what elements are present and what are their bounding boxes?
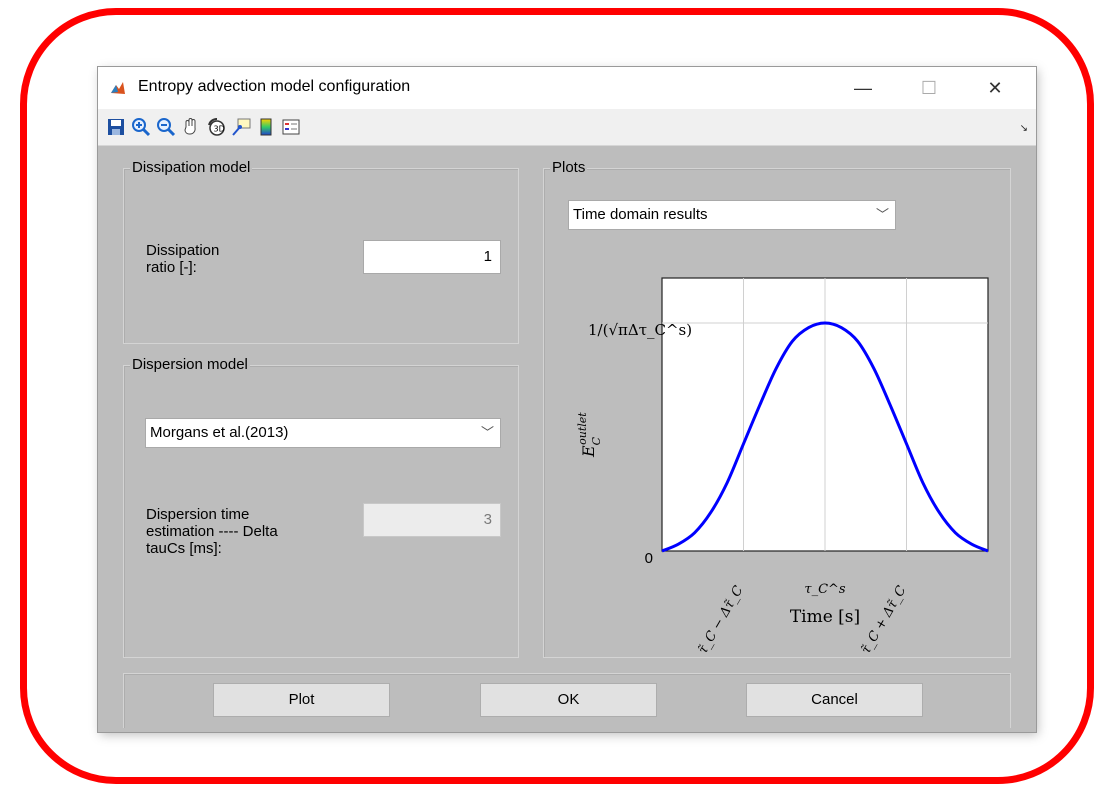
plots-panel-title: Plots <box>550 159 588 176</box>
plot-button[interactable]: Plot <box>213 683 390 717</box>
y-tick-label-peak: 1/(√πΔτ_C^s) <box>588 321 692 339</box>
figure-toolbar: 3D ↘ <box>98 109 1036 146</box>
title-bar: Entropy advection model configuration — … <box>98 67 1036 109</box>
zoom-out-icon[interactable] <box>156 117 176 137</box>
matlab-icon <box>111 82 125 94</box>
dispersion-model-value: Morgans et al.(2013) <box>150 424 289 441</box>
y-tick-label-0: 0 <box>645 550 653 567</box>
x-tick-label-right: τ̃_C + Δτ̃_C <box>859 583 910 656</box>
svg-text:3D: 3D <box>214 125 225 134</box>
plot-type-value: Time domain results <box>573 206 708 223</box>
legend-icon[interactable] <box>281 117 301 137</box>
save-icon[interactable] <box>106 117 126 137</box>
dispersion-time-label-2: estimation ---- Delta <box>146 523 278 540</box>
window-title: Entropy advection model configuration <box>138 78 411 95</box>
time-domain-chart: ECoutlet 0 1/(√πΔτ_C^s) τ̃_C − Δτ̃_C τ_C… <box>576 277 989 657</box>
dispersion-time-label-1: Dispersion time <box>146 506 250 523</box>
dissipation-ratio-label-1: Dissipation <box>146 242 220 259</box>
pan-icon[interactable] <box>181 117 201 137</box>
plot-type-select[interactable]: Time domain results ﹀ <box>568 200 896 230</box>
chevron-down-icon: ﹀ <box>875 207 889 222</box>
config-window: Entropy advection model configuration — … <box>98 67 1036 732</box>
data-cursor-icon[interactable] <box>231 117 251 137</box>
minimize-button[interactable]: — <box>840 67 886 109</box>
dispersion-panel-title: Dispersion model <box>130 356 250 373</box>
dispersion-model-select[interactable]: Morgans et al.(2013) ﹀ <box>145 418 501 448</box>
dissipation-ratio-label-2: ratio [-]: <box>146 259 197 276</box>
chevron-down-icon: ﹀ <box>480 425 494 440</box>
colorbar-icon[interactable] <box>256 117 276 137</box>
maximize-button[interactable]: ☐ <box>906 67 952 109</box>
x-axis-label: Time [s] <box>790 607 860 627</box>
x-tick-label-left: τ̃_C − Δτ̃_C <box>696 583 747 656</box>
ok-button[interactable]: OK <box>480 683 657 717</box>
rotate-3d-icon[interactable]: 3D <box>206 117 226 137</box>
toolbar-overflow-icon[interactable]: ↘ <box>1020 123 1028 134</box>
dissipation-panel-title: Dissipation model <box>130 159 253 176</box>
y-axis-label: ECoutlet <box>576 412 603 458</box>
cancel-button[interactable]: Cancel <box>746 683 923 717</box>
close-button[interactable]: ✕ <box>972 67 1018 109</box>
dissipation-ratio-input[interactable]: 1 <box>363 240 501 274</box>
dispersion-time-label-3: tauCs [ms]: <box>146 540 222 557</box>
zoom-in-icon[interactable] <box>131 117 151 137</box>
x-tick-label-center: τ_C^s <box>804 582 846 597</box>
dispersion-time-input: 3 <box>363 503 501 537</box>
